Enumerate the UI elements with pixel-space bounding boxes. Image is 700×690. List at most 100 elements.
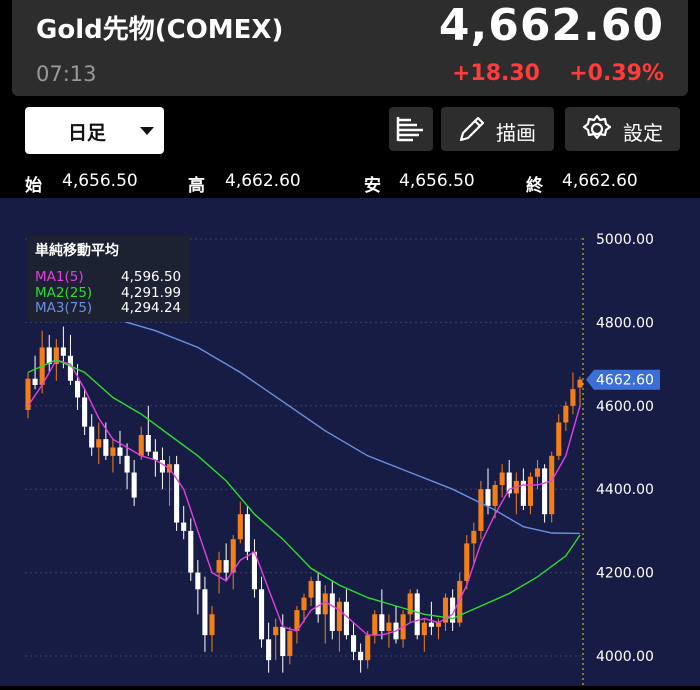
indicator-button[interactable] xyxy=(389,107,433,151)
indicator-bars-icon xyxy=(396,117,423,142)
candle-body xyxy=(365,635,371,661)
legend-ma1-name: MA1(5) xyxy=(35,269,84,285)
open-label: 始 xyxy=(25,176,42,196)
candle-body xyxy=(421,622,427,636)
candle-body xyxy=(386,622,392,631)
chevron-down-icon xyxy=(140,127,154,135)
candle-body xyxy=(301,597,307,611)
candle-body xyxy=(478,489,484,531)
candle-body xyxy=(273,626,279,636)
candle-body xyxy=(223,560,229,573)
candle-body xyxy=(202,589,208,636)
y-tick-label: 4000.00 xyxy=(596,649,654,665)
candle-body xyxy=(32,378,38,385)
legend-ma3-value: 4,294.24 xyxy=(121,300,182,316)
high-label: 高 xyxy=(188,176,205,196)
pencil-icon xyxy=(459,116,485,142)
low-label: 安 xyxy=(364,176,381,196)
candle-body xyxy=(110,447,116,456)
candle-body xyxy=(499,472,505,486)
open-value: 4,656.50 xyxy=(62,171,138,191)
y-tick-label: 4600.00 xyxy=(596,399,654,415)
ma-legend: 単純移動平均 MA1(5) 4,596.50 MA2(25) 4,291.99 … xyxy=(28,236,190,322)
price-change-percent: +0.39% xyxy=(569,61,664,86)
candle-body xyxy=(60,347,66,356)
period-dropdown[interactable]: 日足 xyxy=(25,107,164,154)
candle-body xyxy=(485,489,491,506)
candle-body xyxy=(308,580,314,598)
candle-body xyxy=(329,593,335,631)
last-price: 4,662.60 xyxy=(438,0,664,51)
candle-body xyxy=(181,522,187,531)
candle-body xyxy=(379,614,385,631)
candle-body xyxy=(492,485,498,506)
legend-title: 単純移動平均 xyxy=(35,243,119,259)
y-tick-label: 4800.00 xyxy=(596,315,654,331)
candle-body xyxy=(117,447,123,456)
candle-body xyxy=(336,601,342,631)
y-tick-label: 4200.00 xyxy=(596,566,654,582)
legend-ma2-value: 4,291.99 xyxy=(121,285,182,301)
candle-body xyxy=(549,455,555,515)
y-tick-label: 5000.00 xyxy=(596,232,654,248)
candle-body xyxy=(74,380,81,398)
candle-body xyxy=(372,614,378,636)
candle-body xyxy=(266,639,272,661)
candle-body xyxy=(82,397,88,427)
candle-body xyxy=(188,530,194,573)
close-value: 4,662.60 xyxy=(562,171,638,191)
quote-time: 07:13 xyxy=(36,62,97,86)
candle-body xyxy=(350,635,357,652)
candle-body xyxy=(216,560,222,573)
candle-body xyxy=(428,622,434,627)
legend-ma2-name: MA2(25) xyxy=(35,285,93,301)
gear-icon xyxy=(582,114,612,140)
candle-body xyxy=(237,514,243,540)
candle-body xyxy=(414,593,420,636)
price-change: +18.30 xyxy=(451,61,540,86)
quote-header: Gold先物(COMEX) 4,662.60 07:13 +18.30 +0.3… xyxy=(12,0,688,96)
candle-body xyxy=(527,476,534,506)
last-price-tag-label: 4662.60 xyxy=(596,373,654,389)
y-tick-label: 4400.00 xyxy=(596,482,654,498)
candle-body xyxy=(471,530,477,544)
period-label: 日足 xyxy=(68,122,107,144)
candle-body xyxy=(131,472,137,498)
candle-body xyxy=(159,460,166,473)
candle-body xyxy=(195,572,201,590)
ohlc-bar: 始 4,656.50 高 4,662.60 安 4,656.50 終 4,662… xyxy=(0,166,700,198)
low-value: 4,656.50 xyxy=(399,171,475,191)
candle-body xyxy=(563,405,569,423)
settings-label: 設定 xyxy=(623,121,663,145)
candle-body xyxy=(534,468,541,477)
candle-body xyxy=(570,389,576,406)
candle-body xyxy=(103,439,109,456)
candle-body xyxy=(556,422,562,456)
high-value: 4,662.60 xyxy=(225,171,301,191)
candle-body xyxy=(315,580,321,615)
instrument-title: Gold先物(COMEX) xyxy=(36,15,284,45)
settings-button[interactable]: 設定 xyxy=(565,107,680,151)
chart-toolbar: 日足 描画 設定 xyxy=(0,96,700,166)
candle-body xyxy=(464,543,470,581)
candle-body xyxy=(209,614,215,636)
candle-body xyxy=(287,630,293,656)
candle-body xyxy=(138,434,144,456)
draw-label: 描画 xyxy=(496,121,536,145)
candle-body xyxy=(577,379,583,388)
candle-body xyxy=(124,455,130,473)
candle-body xyxy=(53,347,59,365)
legend-ma3-name: MA3(75) xyxy=(35,300,93,316)
candle-body xyxy=(358,651,364,661)
candle-body xyxy=(244,514,250,552)
candle-body xyxy=(322,593,328,615)
candle-body xyxy=(96,439,102,448)
candle-body xyxy=(174,464,180,523)
close-label: 終 xyxy=(526,176,543,196)
candle-body xyxy=(145,434,151,452)
candle-body xyxy=(542,468,548,515)
candle-body xyxy=(89,426,95,448)
draw-button[interactable]: 描画 xyxy=(441,107,554,151)
legend-ma1-value: 4,596.50 xyxy=(121,269,182,285)
candle-body xyxy=(280,626,286,656)
